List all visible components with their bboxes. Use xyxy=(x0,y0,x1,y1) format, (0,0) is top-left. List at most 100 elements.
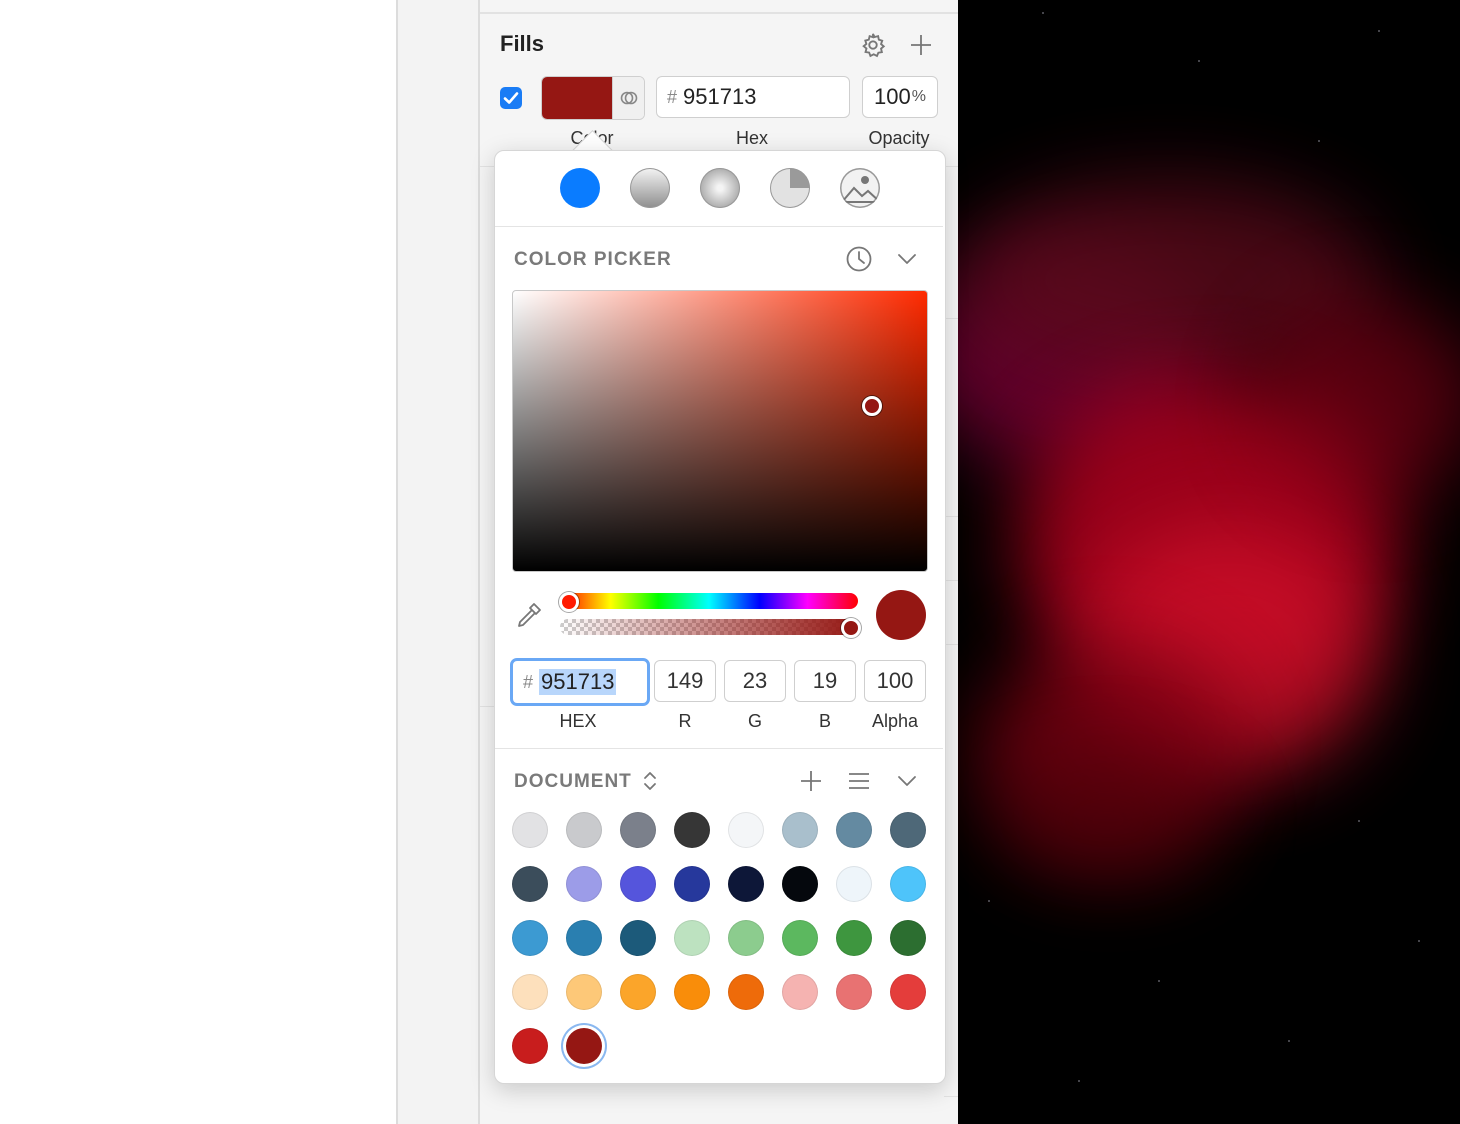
eyedropper-icon xyxy=(518,603,541,627)
color-swatch[interactable] xyxy=(620,866,656,902)
color-swatch[interactable] xyxy=(512,866,548,902)
color-swatch[interactable] xyxy=(620,920,656,956)
eyedropper-button[interactable] xyxy=(512,598,546,632)
color-swatch[interactable] xyxy=(890,920,926,956)
fill-options-button[interactable] xyxy=(858,30,888,60)
row-divider xyxy=(944,318,958,319)
alpha-slider[interactable] xyxy=(560,619,858,635)
color-swatch[interactable] xyxy=(512,920,548,956)
hash-prefix: # xyxy=(523,671,534,692)
hue-slider[interactable] xyxy=(560,593,858,609)
collapse-document-button[interactable] xyxy=(892,766,922,796)
color-swatch[interactable] xyxy=(512,1028,548,1064)
color-swatch[interactable] xyxy=(566,974,602,1010)
fill-color-swatch[interactable] xyxy=(541,76,645,120)
opacity-label: Opacity xyxy=(868,128,930,148)
row-divider xyxy=(944,1096,958,1097)
fill-hex-input[interactable]: # 951713 xyxy=(656,76,850,118)
color-swatch[interactable] xyxy=(620,812,656,848)
hash-prefix: # xyxy=(667,86,678,107)
side-strip xyxy=(398,0,478,1124)
green-input[interactable]: 23 xyxy=(724,660,786,702)
color-swatch[interactable] xyxy=(566,1028,602,1064)
color-swatch[interactable] xyxy=(566,920,602,956)
color-variable-button[interactable] xyxy=(612,77,644,119)
color-swatch[interactable] xyxy=(512,812,548,848)
swatch-source-selector[interactable] xyxy=(640,766,660,796)
saturation-brightness-area[interactable] xyxy=(512,290,928,572)
color-swatch[interactable] xyxy=(566,866,602,902)
document-canvas-blank xyxy=(0,0,396,1124)
color-well[interactable] xyxy=(542,77,612,119)
color-swatch[interactable] xyxy=(674,974,710,1010)
color-swatch[interactable] xyxy=(782,812,818,848)
color-swatch[interactable] xyxy=(728,920,764,956)
solid-fill-icon[interactable] xyxy=(560,168,600,208)
hue-slider-handle[interactable] xyxy=(559,592,579,612)
current-color-preview xyxy=(876,590,926,640)
color-swatch[interactable] xyxy=(890,866,926,902)
image-fill-icon[interactable] xyxy=(840,168,880,208)
green-field-label: G xyxy=(747,711,762,731)
color-swatch[interactable] xyxy=(674,920,710,956)
angular-gradient-icon[interactable] xyxy=(770,168,810,208)
radial-gradient-icon[interactable] xyxy=(700,168,740,208)
row-divider xyxy=(944,580,958,581)
alpha-input[interactable]: 100 xyxy=(864,660,926,702)
link-color-icon xyxy=(620,91,638,105)
plus-icon xyxy=(911,35,931,55)
section-divider xyxy=(480,12,958,14)
percent-unit: % xyxy=(911,88,926,105)
add-fill-button[interactable] xyxy=(906,30,936,60)
color-swatch[interactable] xyxy=(836,920,872,956)
clock-icon xyxy=(846,246,872,272)
plus-icon xyxy=(801,771,821,791)
document-colors-title[interactable]: DOCUMENT xyxy=(514,771,632,793)
linear-gradient-icon[interactable] xyxy=(630,168,670,208)
color-swatch[interactable] xyxy=(728,812,764,848)
color-swatch[interactable] xyxy=(674,812,710,848)
color-swatch[interactable] xyxy=(782,866,818,902)
color-swatch[interactable] xyxy=(890,812,926,848)
image-icon xyxy=(840,176,880,203)
chevron-down-icon xyxy=(898,776,916,786)
blue-input[interactable]: 19 xyxy=(794,660,856,702)
red-field-label: R xyxy=(678,711,692,731)
checkmark-icon xyxy=(503,92,519,104)
color-swatch[interactable] xyxy=(782,920,818,956)
gear-icon xyxy=(862,33,886,58)
collapse-picker-button[interactable] xyxy=(892,244,922,274)
row-divider xyxy=(480,166,494,167)
popover-divider xyxy=(495,748,943,749)
color-swatch[interactable] xyxy=(890,974,926,1010)
fill-hex-value: 951713 xyxy=(683,84,757,109)
color-swatch[interactable] xyxy=(512,974,548,1010)
alpha-slider-handle[interactable] xyxy=(841,618,861,638)
color-swatch[interactable] xyxy=(782,974,818,1010)
recent-colors-button[interactable] xyxy=(844,244,874,274)
color-selector-handle[interactable] xyxy=(862,396,882,416)
color-swatch[interactable] xyxy=(566,812,602,848)
color-picker-title: COLOR PICKER xyxy=(514,249,672,270)
color-swatch[interactable] xyxy=(836,974,872,1010)
color-swatch[interactable] xyxy=(728,866,764,902)
color-swatch[interactable] xyxy=(728,974,764,1010)
swatch-list-view-button[interactable] xyxy=(844,766,874,796)
color-swatch[interactable] xyxy=(674,866,710,902)
red-input[interactable]: 149 xyxy=(654,660,716,702)
hex-field-label: HEX xyxy=(559,711,597,731)
picker-hex-value: 951713 xyxy=(539,669,617,695)
fill-enabled-checkbox[interactable] xyxy=(500,87,522,109)
color-swatch[interactable] xyxy=(836,812,872,848)
chevron-updown-icon xyxy=(644,772,656,790)
add-swatch-button[interactable] xyxy=(796,766,826,796)
picker-hex-input[interactable]: # 951713 xyxy=(510,658,650,706)
fill-opacity-input[interactable]: 100% xyxy=(862,76,938,118)
color-swatch[interactable] xyxy=(836,866,872,902)
color-swatch[interactable] xyxy=(620,974,656,1010)
design-canvas-image[interactable] xyxy=(958,0,1460,1124)
row-divider xyxy=(944,644,958,645)
row-divider xyxy=(480,706,494,707)
alpha-field-label: Alpha xyxy=(871,711,919,731)
fill-opacity-value: 100 xyxy=(874,84,911,109)
